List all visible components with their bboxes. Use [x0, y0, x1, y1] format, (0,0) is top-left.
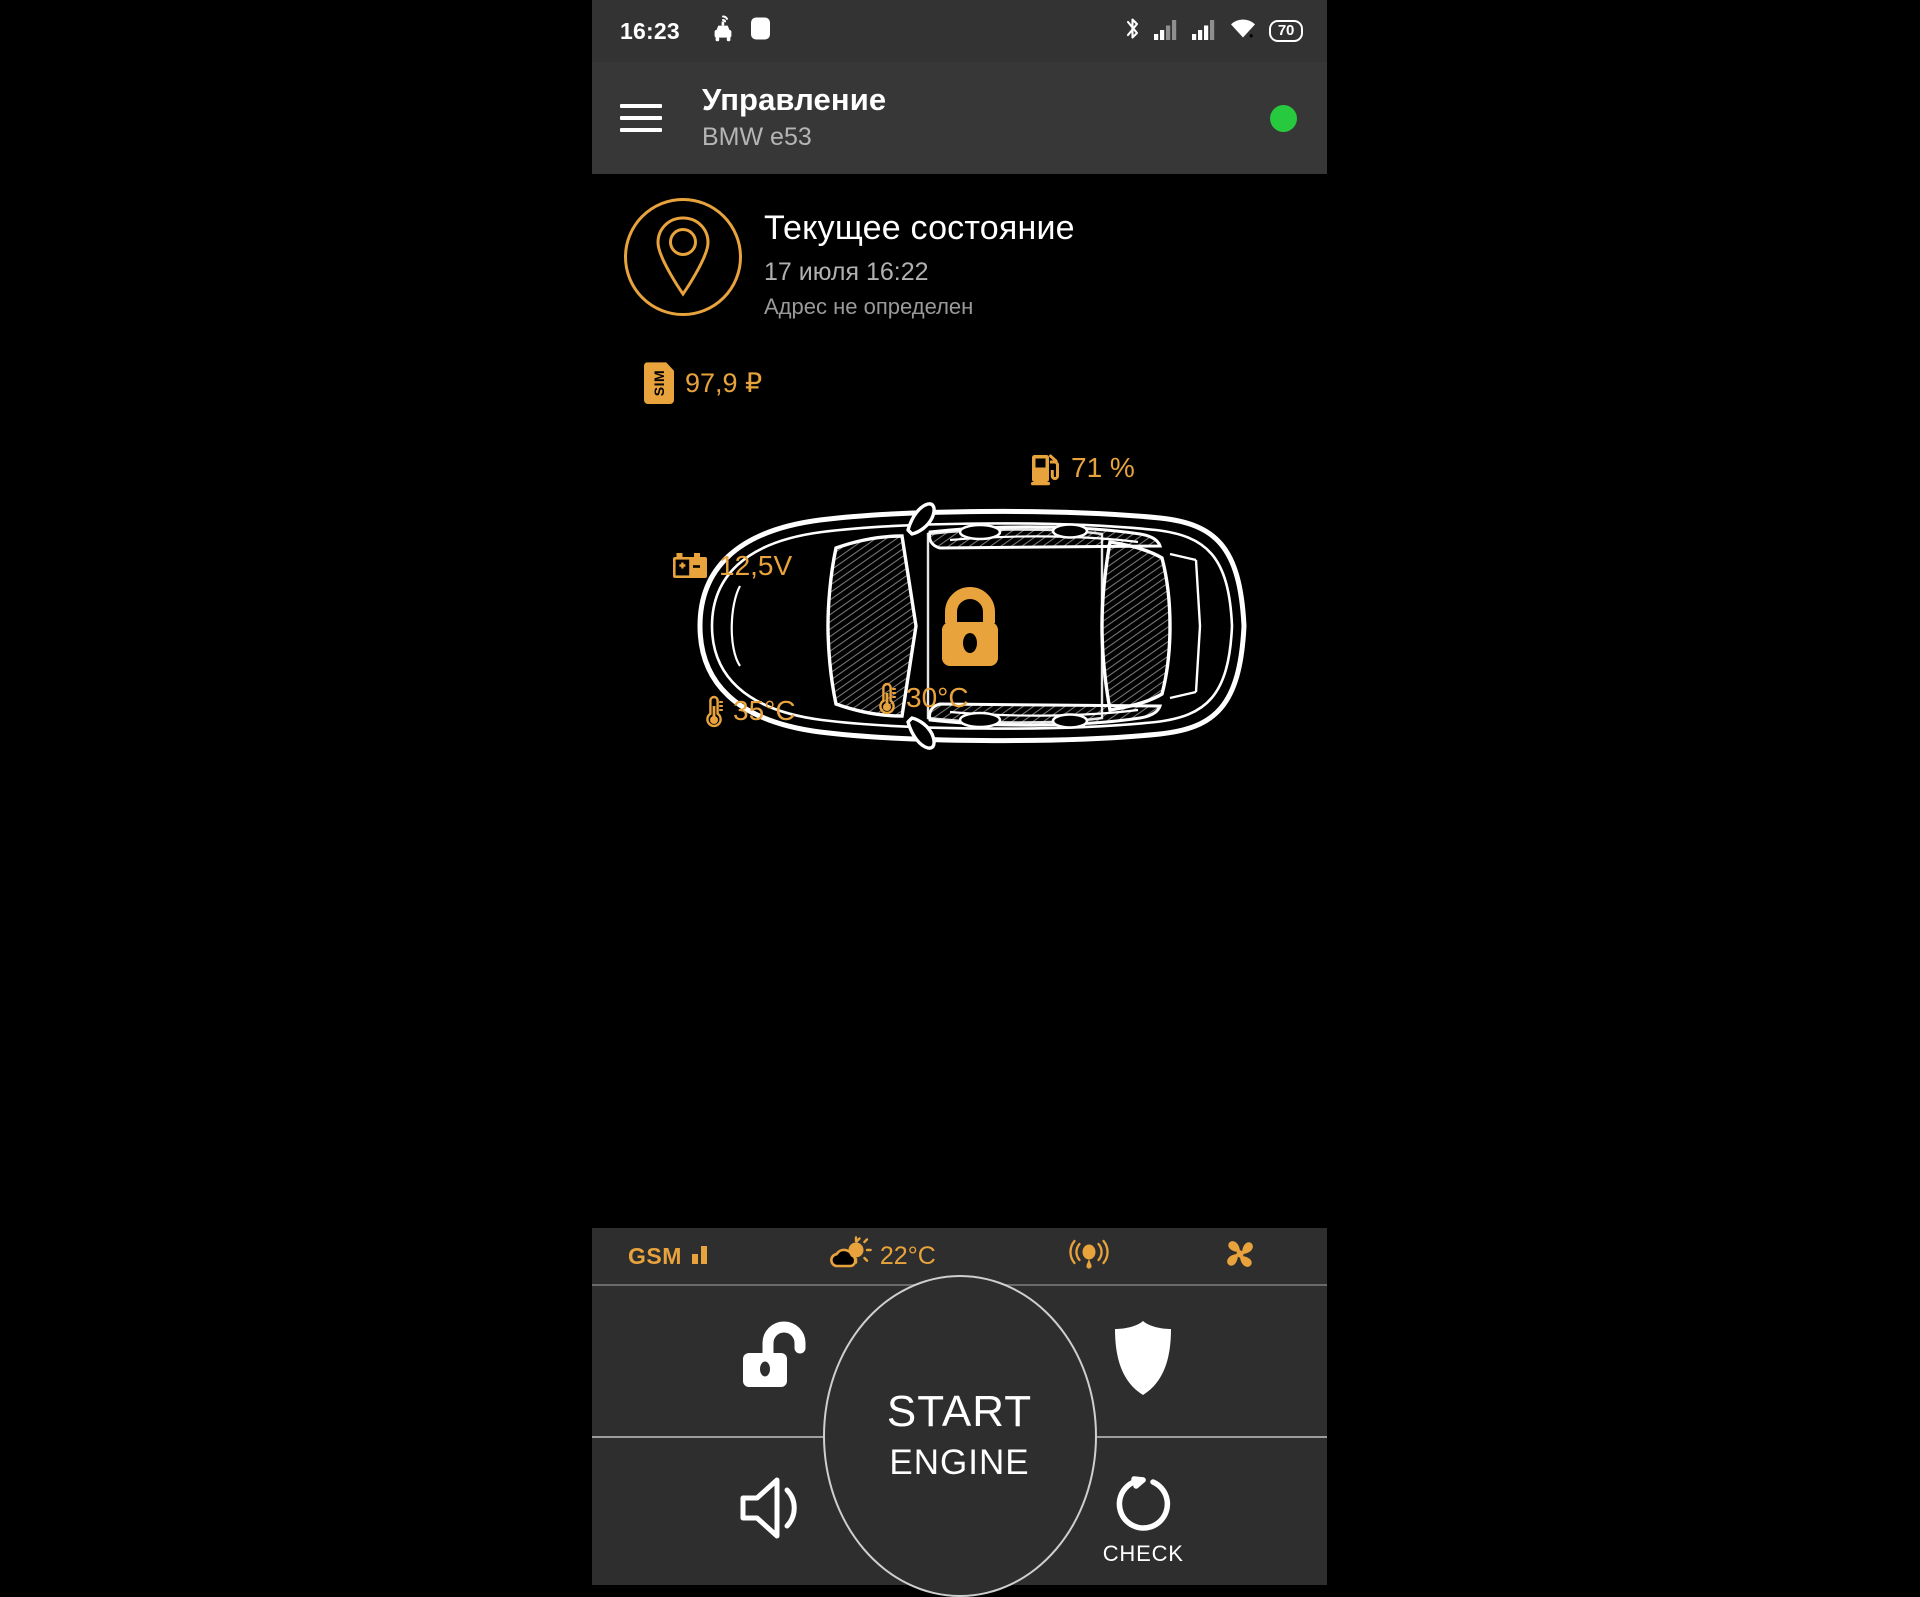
gsm-status[interactable]: GSM [628, 1242, 714, 1271]
connection-status-dot [1270, 104, 1297, 132]
current-state-text: Текущее состояние 17 июля 16:22 Адрес не… [764, 198, 1075, 320]
fuel-level-value: 71 % [1071, 452, 1135, 484]
wifi-icon [1229, 17, 1257, 46]
cabin-temperature-value: 30°C [906, 682, 969, 714]
current-state-address: Адрес не определен [764, 294, 974, 320]
car-battery-icon [673, 553, 707, 579]
rounded-square-icon [749, 15, 772, 47]
start-engine-line1: START [886, 1387, 1033, 1437]
outside-temperature-indicator: 35°C [704, 693, 796, 729]
start-engine-line2: ENGINE [889, 1442, 1030, 1482]
sim-balance-row[interactable]: SIM 97,9 ₽ [592, 362, 1327, 405]
main-content: Текущее состояние 17 июля 16:22 Адрес не… [592, 174, 1327, 1597]
weather-status[interactable]: 22°C [826, 1235, 936, 1277]
system-status-bar: 16:23 70 [592, 0, 1327, 62]
battery-indicator: 70 [1268, 19, 1303, 43]
fan-blower-icon [1220, 1234, 1260, 1279]
blower-status[interactable] [1220, 1234, 1260, 1279]
outside-temperature-value: 35°C [733, 695, 796, 727]
page-title: Управление [702, 82, 887, 118]
status-bar-clock: 16:23 [620, 17, 680, 44]
sim-card-icon: SIM [644, 362, 674, 405]
status-bar-notification-icons [710, 14, 772, 48]
shock-sensor-status[interactable] [1066, 1237, 1112, 1276]
app-bar-titles: Управление BMW e53 [702, 82, 886, 153]
refresh-circle-icon [1111, 1472, 1175, 1541]
current-state-timestamp: 17 июля 16:22 [764, 258, 929, 287]
cabin-temperature-indicator: 30°C [877, 680, 969, 716]
weather-temperature-value: 22°C [879, 1241, 936, 1270]
current-state-title: Текущее состояние [764, 209, 1075, 247]
current-state-card[interactable]: Текущее состояние 17 июля 16:22 Адрес не… [592, 174, 1327, 320]
bluetooth-icon [1124, 15, 1141, 47]
control-buttons-grid: CHECK START ENGINE [592, 1274, 1327, 1597]
vehicle-status-view: 71 % 12,5V 35°C 30°C [592, 452, 1327, 1058]
padlock-closed-icon [932, 585, 1008, 676]
speaker-horn-icon [735, 1472, 817, 1549]
map-pin-icon [624, 198, 742, 316]
hamburger-menu-icon[interactable] [620, 104, 662, 132]
signal-2-icon [1191, 17, 1217, 46]
vehicle-name: BMW e53 [702, 123, 812, 152]
sim-card-label: SIM [651, 370, 667, 397]
sun-behind-cloud-icon [826, 1235, 872, 1277]
check-button-label: CHECK [1102, 1541, 1184, 1566]
thermometer-icon [706, 696, 723, 728]
sim-balance-value: 97,9 ₽ [685, 367, 763, 398]
app-bar: Управление BMW e53 [592, 62, 1327, 174]
fuel-pump-icon [1031, 454, 1059, 486]
battery-voltage-value: 12,5V [719, 550, 793, 582]
start-engine-button[interactable]: START ENGINE [822, 1274, 1097, 1597]
thermometer-icon [879, 683, 896, 715]
control-panel: GSM 22°C CHECK START ENGINE [592, 1228, 1327, 1597]
shock-sensor-icon [1066, 1237, 1112, 1276]
battery-voltage-indicator: 12,5V [672, 550, 792, 582]
signal-bars-icon [690, 1242, 714, 1271]
car-alarm-icon [710, 14, 736, 48]
phone-screen: 16:23 70 Управление BMW e53 Текущее сост… [592, 0, 1327, 1597]
shield-icon [1108, 1318, 1178, 1403]
status-bar-system-icons: 70 [1124, 15, 1303, 47]
fuel-level-indicator: 71 % [1030, 450, 1135, 486]
signal-1-icon [1153, 17, 1179, 46]
padlock-open-icon [735, 1319, 817, 1402]
gsm-label: GSM [628, 1242, 682, 1269]
